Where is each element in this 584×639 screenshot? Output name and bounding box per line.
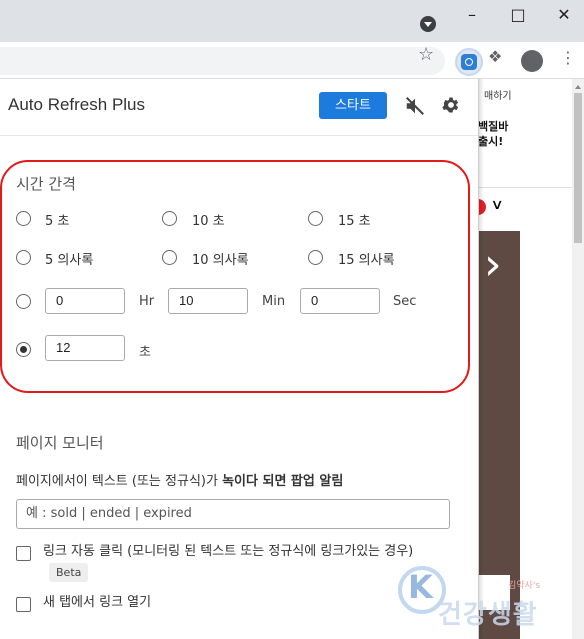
- monitor-desc-bold: 녹이다 되면 팝업 알림: [222, 474, 344, 489]
- radio-15-min-label: 15 의사록: [338, 253, 395, 268]
- radio-5-min[interactable]: [16, 250, 31, 265]
- seconds-label: Sec: [393, 294, 417, 309]
- start-button[interactable]: 스타트: [319, 92, 387, 119]
- hours-label: Hr: [139, 294, 155, 309]
- radio-10-sec-label: 10 초: [192, 214, 225, 229]
- monitor-description: 페이지에서이 텍스트 (또는 정규식)가 녹이다 되면 팝업 알림: [16, 470, 343, 489]
- extensions-puzzle-icon[interactable]: ❖: [488, 47, 514, 73]
- maximize-button[interactable]: □: [498, 4, 538, 26]
- autoclick-label-text: 링크 자동 클릭 (모니터링 된 텍스트 또는 정규식에 링크가있는 경우): [43, 544, 414, 559]
- radio-15-sec-label: 15 초: [338, 214, 371, 229]
- extension-popup: Auto Refresh Plus 스타트 시간 간격 5 초 10 초 15 …: [0, 79, 479, 639]
- monitor-section-title: 페이지 모니터: [16, 434, 104, 452]
- auto-refresh-icon: [461, 54, 477, 70]
- radio-custom-time[interactable]: [16, 294, 31, 309]
- app-title: Auto Refresh Plus: [8, 95, 146, 114]
- bg-divider: [478, 187, 578, 188]
- page-scrollbar[interactable]: [572, 79, 584, 639]
- radio-15-sec[interactable]: [308, 211, 323, 226]
- browser-titlebar: – □ ✕: [0, 0, 584, 42]
- custom-seconds-unit: 초: [139, 345, 151, 360]
- profile-avatar-icon[interactable]: [521, 50, 543, 72]
- mute-icon[interactable]: [404, 95, 426, 117]
- monitor-pattern-input[interactable]: 예 : sold | ended | expired: [16, 499, 450, 529]
- beta-badge: Beta: [49, 563, 89, 582]
- browser-menu-icon[interactable]: ⋮: [560, 48, 576, 67]
- scrollbar-thumb[interactable]: [574, 93, 582, 243]
- radio-10-min-label: 10 의사록: [192, 253, 249, 268]
- popup-header: Auto Refresh Plus 스타트: [0, 79, 478, 136]
- interval-section-title: 시간 간격: [16, 175, 76, 193]
- radio-5-min-label: 5 의사록: [45, 253, 94, 268]
- radio-10-min[interactable]: [162, 250, 177, 265]
- background-page: 매하기 백질바 출시! ∨ ›: [478, 79, 584, 639]
- hours-input[interactable]: 0: [45, 288, 125, 314]
- scroll-up-arrow-icon[interactable]: [575, 85, 581, 89]
- monitor-desc-text: 페이지에서이 텍스트 (또는 정규식)가: [16, 474, 223, 489]
- autoclick-label: 링크 자동 클릭 (모니터링 된 텍스트 또는 정규식에 링크가있는 경우) Be…: [43, 541, 453, 583]
- radio-5-sec[interactable]: [16, 211, 31, 226]
- bg-chevron-down-icon[interactable]: ∨: [490, 197, 503, 213]
- minimize-button[interactable]: –: [452, 4, 492, 26]
- browser-toolbar: ☆ ❖ ⋮: [0, 42, 584, 79]
- minutes-input[interactable]: 10: [168, 288, 248, 314]
- bookmark-star-icon[interactable]: ☆: [418, 44, 434, 65]
- custom-seconds-input[interactable]: 12: [45, 335, 125, 361]
- radio-15-min[interactable]: [308, 250, 323, 265]
- newtab-checkbox[interactable]: [16, 597, 31, 612]
- tab-search-icon[interactable]: [420, 16, 436, 32]
- newtab-label: 새 탭에서 링크 열기: [43, 595, 152, 610]
- address-bar[interactable]: [0, 47, 445, 75]
- radio-5-sec-label: 5 초: [45, 214, 70, 229]
- bg-top-text: 매하기: [484, 91, 512, 102]
- radio-custom-seconds[interactable]: [16, 342, 31, 357]
- minutes-label: Min: [262, 294, 286, 309]
- close-window-button[interactable]: ✕: [544, 4, 584, 26]
- autoclick-checkbox[interactable]: [16, 546, 31, 561]
- bg-carousel-next-icon[interactable]: ›: [484, 239, 502, 290]
- seconds-input[interactable]: 0: [300, 288, 380, 314]
- gear-icon[interactable]: [441, 95, 461, 115]
- auto-refresh-extension-button[interactable]: [455, 48, 483, 76]
- radio-10-sec[interactable]: [162, 211, 177, 226]
